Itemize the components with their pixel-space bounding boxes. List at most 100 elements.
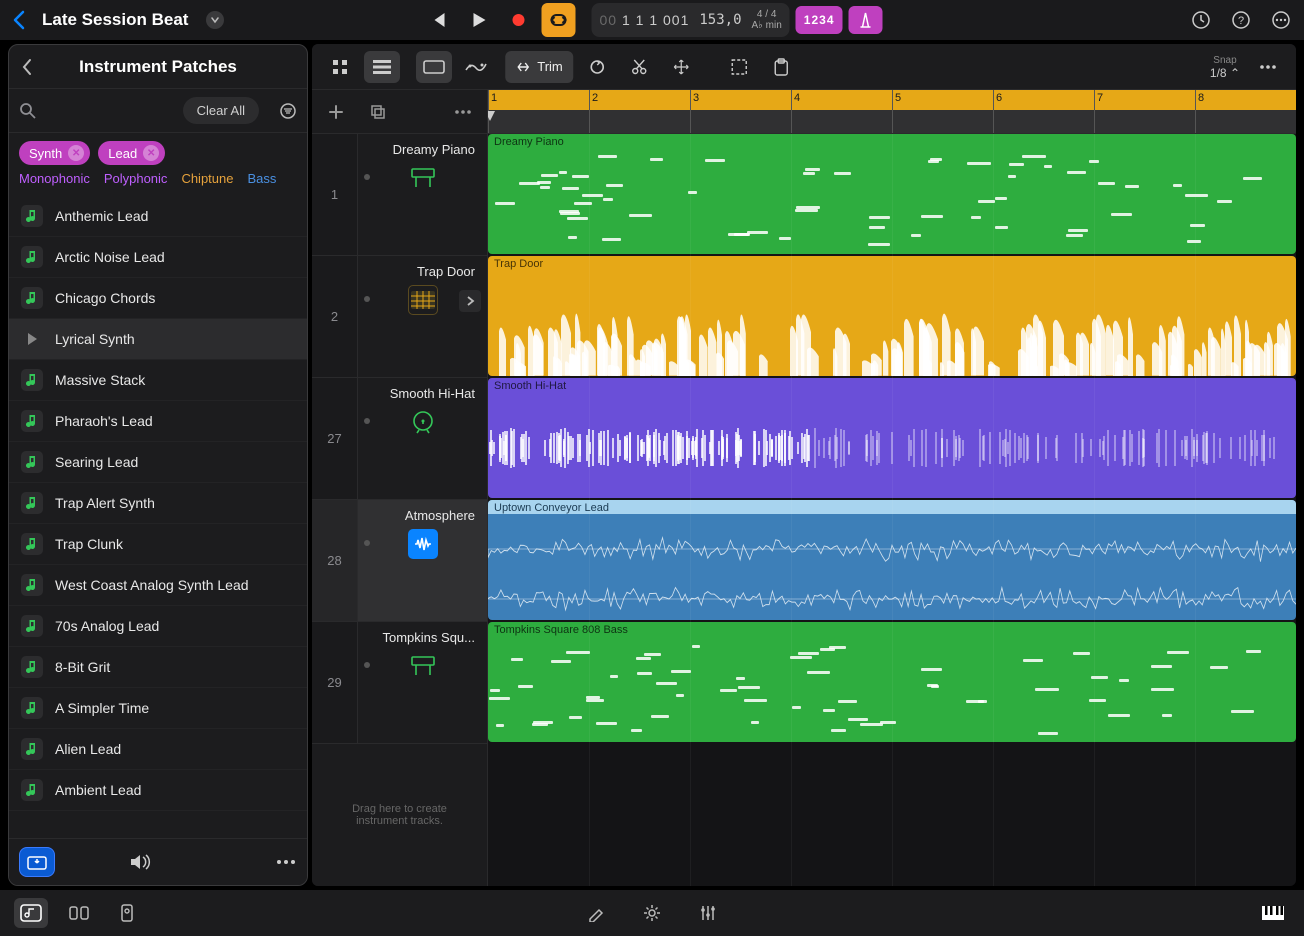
patch-label: 70s Analog Lead: [55, 618, 159, 634]
back-button[interactable]: [12, 10, 26, 30]
undo-history-button[interactable]: [1190, 9, 1212, 31]
grid-view-button[interactable]: [322, 51, 358, 83]
patch-item[interactable]: Searing Lead: [9, 442, 307, 483]
signature-key-display[interactable]: 4 / 4A♭ min: [752, 9, 782, 31]
loop-tool-button[interactable]: [579, 51, 615, 83]
project-title[interactable]: Late Session Beat: [42, 10, 188, 30]
track-number[interactable]: 2: [312, 256, 358, 377]
track-icon[interactable]: [408, 529, 438, 559]
patch-item[interactable]: Ambient Lead: [9, 770, 307, 811]
track-name[interactable]: Atmosphere: [366, 508, 479, 523]
lcd-display[interactable]: 00 1 1 1 001 153,0 4 / 4A♭ min: [592, 3, 790, 37]
settings-button[interactable]: [635, 898, 669, 928]
track-icon[interactable]: [408, 651, 438, 681]
track-header-more-button[interactable]: [449, 108, 477, 116]
subfilter[interactable]: Monophonic: [19, 171, 90, 186]
track-name[interactable]: Smooth Hi-Hat: [366, 386, 479, 401]
region-title: Tompkins Square 808 Bass: [494, 624, 628, 636]
track-disclosure-button[interactable]: [459, 290, 481, 312]
edit-button[interactable]: [579, 898, 613, 928]
patch-item[interactable]: Alien Lead: [9, 729, 307, 770]
project-menu-button[interactable]: [206, 11, 224, 29]
chip-remove-icon[interactable]: ✕: [68, 145, 84, 161]
track-drop-zone[interactable]: Drag here to create instrument tracks.: [312, 744, 487, 886]
chip-remove-icon[interactable]: ✕: [143, 145, 159, 161]
record-button[interactable]: [502, 3, 536, 37]
patch-label: Arctic Noise Lead: [55, 249, 165, 265]
track-header[interactable]: 29 Tompkins Squ...: [312, 622, 487, 744]
patch-item[interactable]: 70s Analog Lead: [9, 606, 307, 647]
filter-chip[interactable]: Lead✕: [98, 141, 165, 165]
keyboard-button[interactable]: [1256, 898, 1290, 928]
list-view-button[interactable]: [364, 51, 400, 83]
track-header[interactable]: 28 Atmosphere: [312, 500, 487, 622]
trim-tool-button[interactable]: Trim: [505, 51, 573, 83]
playhead[interactable]: [488, 110, 496, 122]
position-display[interactable]: 00 1 1 1 001: [600, 12, 690, 29]
track-name[interactable]: Dreamy Piano: [366, 142, 479, 157]
clear-all-button[interactable]: Clear All: [183, 97, 259, 124]
search-button[interactable]: [19, 102, 37, 120]
plugin-button[interactable]: [110, 898, 144, 928]
count-in-button[interactable]: 1234: [796, 6, 843, 34]
region-view-button[interactable]: [416, 51, 452, 83]
patch-item[interactable]: Anthemic Lead: [9, 196, 307, 237]
split-tool-button[interactable]: [621, 51, 657, 83]
ruler[interactable]: 12345678: [488, 90, 1296, 133]
track-name[interactable]: Trap Door: [366, 264, 479, 279]
go-to-start-button[interactable]: [422, 3, 456, 37]
arrange-more-button[interactable]: [1250, 51, 1286, 83]
track-number[interactable]: 28: [312, 500, 358, 621]
track-name[interactable]: Tompkins Squ...: [366, 630, 479, 645]
patch-item[interactable]: Lyrical Synth: [9, 319, 307, 360]
move-tool-button[interactable]: [663, 51, 699, 83]
patch-item[interactable]: Trap Clunk: [9, 524, 307, 565]
duplicate-track-button[interactable]: [364, 103, 392, 121]
track-icon[interactable]: [408, 407, 438, 437]
patch-item[interactable]: A Simpler Time: [9, 688, 307, 729]
browser-more-button[interactable]: [275, 858, 297, 866]
more-button[interactable]: [1270, 9, 1292, 31]
track-number[interactable]: 1: [312, 134, 358, 255]
play-button[interactable]: [462, 3, 496, 37]
patch-item[interactable]: Massive Stack: [9, 360, 307, 401]
region-title: Trap Door: [494, 258, 543, 270]
browser-back-button[interactable]: [21, 58, 33, 76]
filter-chip[interactable]: Synth✕: [19, 141, 90, 165]
help-button[interactable]: ?: [1230, 9, 1252, 31]
track-number[interactable]: 29: [312, 622, 358, 743]
tempo-display[interactable]: 153,0: [699, 12, 741, 28]
patch-item[interactable]: Pharaoh's Lead: [9, 401, 307, 442]
browser-title: Instrument Patches: [79, 57, 237, 77]
subfilter[interactable]: Bass: [247, 171, 276, 186]
track-number[interactable]: 27: [312, 378, 358, 499]
add-track-button[interactable]: [322, 103, 350, 121]
bar-number: 1: [491, 92, 497, 104]
automation-view-button[interactable]: [458, 51, 494, 83]
mixer-button[interactable]: [62, 898, 96, 928]
faders-button[interactable]: [691, 898, 725, 928]
patch-item[interactable]: 8-Bit Grit: [9, 647, 307, 688]
clipboard-button[interactable]: [763, 51, 799, 83]
subfilter[interactable]: Chiptune: [181, 171, 233, 186]
track-icon[interactable]: [408, 163, 438, 193]
patch-item[interactable]: Arctic Noise Lead: [9, 237, 307, 278]
snap-control[interactable]: Snap 1/8 ⌃: [1210, 55, 1240, 79]
track-header[interactable]: 1 Dreamy Piano: [312, 134, 487, 256]
metronome-button[interactable]: [849, 6, 883, 34]
patch-item[interactable]: West Coast Analog Synth Lead: [9, 565, 307, 606]
preview-volume-button[interactable]: [129, 853, 151, 871]
patch-icon: [21, 246, 43, 268]
patch-item[interactable]: Trap Alert Synth: [9, 483, 307, 524]
subfilter[interactable]: Polyphonic: [104, 171, 168, 186]
cycle-button[interactable]: [542, 3, 576, 37]
track-icon[interactable]: [408, 285, 438, 315]
library-button[interactable]: [14, 898, 48, 928]
patch-item[interactable]: Chicago Chords: [9, 278, 307, 319]
patch-icon: [21, 492, 43, 514]
track-header[interactable]: 2 Trap Door: [312, 256, 487, 378]
track-header[interactable]: 27 Smooth Hi-Hat: [312, 378, 487, 500]
filter-button[interactable]: [279, 102, 297, 120]
marquee-tool-button[interactable]: [721, 51, 757, 83]
import-button[interactable]: [19, 847, 55, 877]
